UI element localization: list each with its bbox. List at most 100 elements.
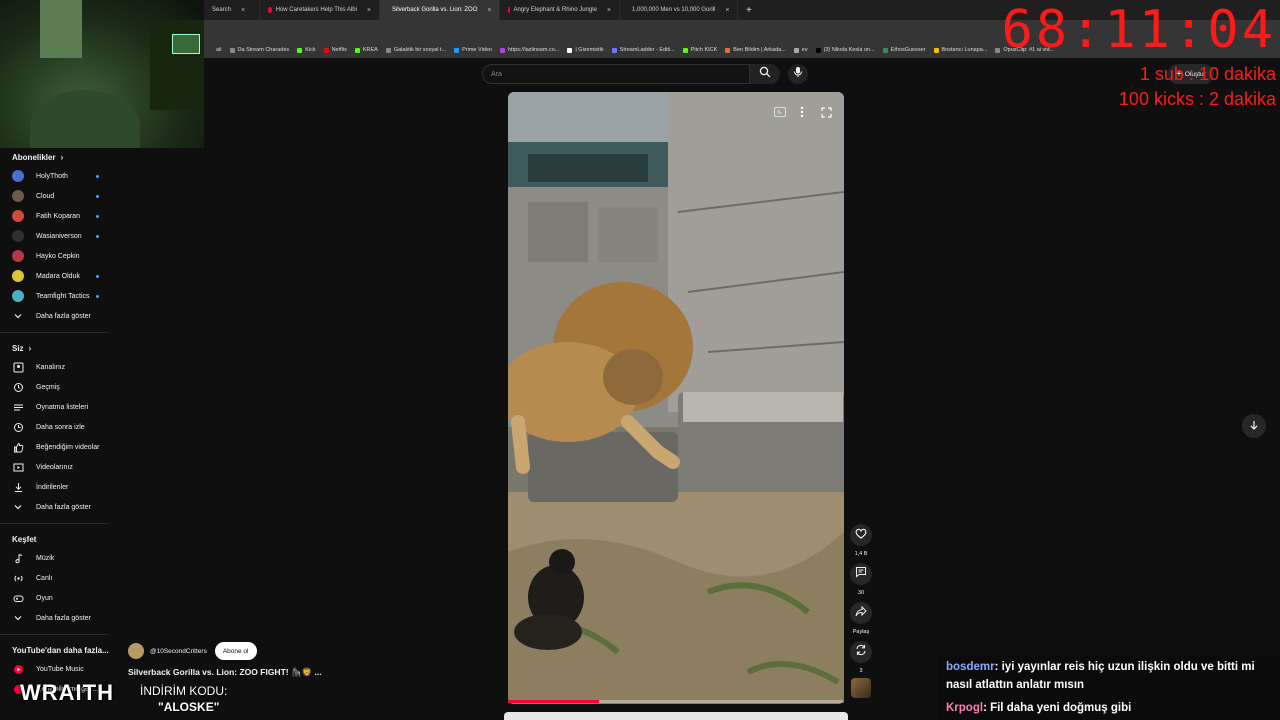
sidebar-item-watch-later[interactable]: Daha sonra izle	[0, 417, 120, 437]
channel-avatar	[12, 210, 24, 222]
sidebar-item-playlists[interactable]: Oynatma listeleri	[0, 397, 120, 417]
bookmark[interactable]: Da Stream Charades	[229, 47, 289, 53]
bookmark[interactable]: KREA	[354, 47, 378, 53]
remix-count: 3	[859, 668, 863, 674]
share-button[interactable]	[850, 602, 872, 624]
bookmark[interactable]: https://lazlinsam.co...	[499, 47, 559, 53]
sidebar-item-music[interactable]: Müzik	[0, 548, 120, 568]
bookmark[interactable]: EthosGuesser	[882, 47, 926, 53]
sidebar-item-your-channel[interactable]: Kanalınız	[0, 357, 120, 377]
channel-avatar	[12, 290, 24, 302]
like-action[interactable]: 1,4 B	[850, 524, 872, 557]
sponsor-logo: WRAITH	[20, 680, 114, 705]
download-icon	[12, 481, 24, 493]
video-title[interactable]: Silverback Gorilla vs. Lion: ZOO FIGHT! …	[128, 667, 322, 678]
show-more-subscriptions[interactable]: Daha fazla göster	[0, 306, 120, 326]
search-input[interactable]: Ara	[482, 64, 750, 84]
show-more-explore[interactable]: Daha fazla göster	[0, 608, 120, 628]
bookmark[interactable]: ev	[793, 47, 808, 53]
sidebar-item-gaming[interactable]: Oyun	[0, 588, 120, 608]
youtube-favicon-icon	[508, 7, 510, 13]
youtube-favicon-icon	[268, 7, 272, 13]
sidebar-item-youtube-music[interactable]: YouTube Music	[0, 659, 120, 679]
next-video-button[interactable]	[1242, 414, 1266, 438]
sidebar-subscription-item[interactable]: Madara Olduk	[0, 266, 120, 286]
bookmark[interactable]: StreamLadder - Editi...	[611, 47, 675, 53]
search-icon	[759, 65, 771, 83]
search-button[interactable]	[750, 64, 780, 84]
bookmark[interactable]: Ben Bildim | Arkada...	[725, 47, 786, 53]
bookmark[interactable]: Prime Video	[454, 47, 492, 53]
shorts-video-player[interactable]	[508, 92, 844, 704]
show-more-you[interactable]: Daha fazla göster	[0, 497, 120, 517]
channel-avatar	[12, 230, 24, 242]
bookmark[interactable]: Netflix	[323, 47, 347, 53]
subscribe-button[interactable]: Abone ol	[214, 642, 257, 660]
new-content-dot	[96, 294, 99, 298]
close-tab-icon[interactable]: ×	[607, 7, 611, 14]
browser-tab-active[interactable]: Silverback Gorilla vs. Lion: ZOO ×	[380, 0, 500, 20]
chevron-right-icon: ›	[28, 343, 32, 353]
divider	[0, 332, 108, 333]
discount-code: "ALOSKE"	[158, 700, 220, 714]
bookmark[interactable]: Kick	[297, 47, 316, 53]
sidebar-item-history[interactable]: Geçmiş	[0, 377, 120, 397]
share-action[interactable]: Paylaş	[850, 602, 872, 635]
close-tab-icon[interactable]: ×	[487, 7, 491, 14]
close-tab-icon[interactable]: ×	[241, 7, 245, 14]
live-broadcast-icon	[12, 572, 24, 584]
sidebar-subscription-item[interactable]: Hayko Cepkin	[0, 246, 120, 266]
sidebar-item-live[interactable]: Canlı	[0, 568, 120, 588]
sidebar-subscription-item[interactable]: Fatih Koparan	[0, 206, 120, 226]
new-content-dot	[96, 174, 99, 178]
sidebar-subscription-item[interactable]: HolyThoth	[0, 166, 120, 186]
browser-tab[interactable]: Angry Elephant & Rhino Jungle ×	[500, 0, 620, 20]
sidebar-subscription-item[interactable]: Cloud	[0, 186, 120, 206]
history-icon	[12, 381, 24, 393]
close-tab-icon[interactable]: ×	[367, 7, 371, 14]
next-short-preview	[504, 712, 848, 720]
more-vertical-icon[interactable]	[794, 104, 810, 120]
bookmark[interactable]: (3) Nikola Kesla on...	[815, 47, 875, 53]
sidebar-subscription-item[interactable]: Teamfight Tactics	[0, 286, 120, 306]
browser-tab[interactable]: 1,000,000 Men vs 10,000 Gorill ×	[620, 0, 738, 20]
bookmark[interactable]: Galaktik bir sosyal t...	[385, 47, 446, 53]
comment-button[interactable]	[850, 563, 872, 585]
sidebar-item-liked-videos[interactable]: Beğendiğim videolar	[0, 437, 120, 457]
close-tab-icon[interactable]: ×	[725, 7, 729, 14]
comment-action[interactable]: 30	[850, 563, 872, 596]
you-header[interactable]: Siz ›	[0, 339, 120, 357]
subscriptions-header[interactable]: Abonelikler ›	[0, 148, 120, 166]
channel-avatar	[12, 270, 24, 282]
sound-thumbnail[interactable]	[851, 678, 871, 698]
video-progress-bar[interactable]	[508, 700, 844, 703]
sidebar-subscription-item[interactable]: Wasianiverson	[0, 226, 120, 246]
voice-search-button[interactable]	[788, 64, 808, 84]
remix-action[interactable]: 3	[850, 641, 872, 674]
channel-avatar[interactable]	[128, 643, 144, 659]
fullscreen-icon[interactable]	[818, 104, 834, 120]
video-icon	[12, 461, 24, 473]
playlist-icon	[12, 401, 24, 413]
browser-tab[interactable]: How Caretakers Help This Albi ×	[260, 0, 380, 20]
captions-icon[interactable]	[772, 104, 788, 120]
youtube-music-icon	[12, 663, 24, 675]
channel-name[interactable]: @10SecondCritters	[150, 648, 207, 655]
bookmark[interactable]: ail	[216, 47, 222, 53]
new-content-dot	[96, 214, 99, 218]
thumbs-up-icon	[12, 441, 24, 453]
bookmark[interactable]: Bostancı Lunapa...	[933, 47, 987, 53]
like-button[interactable]	[850, 524, 872, 546]
channel-row: @10SecondCritters Abone ol	[128, 642, 257, 660]
sidebar-item-downloads[interactable]: İndirilenler	[0, 477, 120, 497]
bookmark[interactable]: | Gizemistik	[567, 47, 604, 53]
new-tab-button[interactable]: +	[746, 5, 752, 16]
remix-button[interactable]	[850, 641, 872, 663]
explore-header: Keşfet	[12, 534, 37, 544]
chat-message: Krpogl: Fil daha yeni doğmuş gibi	[946, 699, 1131, 717]
sidebar-item-your-videos[interactable]: Videolarınız	[0, 457, 120, 477]
browser-tab[interactable]: Search ×	[204, 0, 260, 20]
like-count: 1,4 B	[854, 551, 868, 557]
bookmark[interactable]: Pitch KICK	[682, 47, 717, 53]
new-content-dot	[96, 274, 99, 278]
